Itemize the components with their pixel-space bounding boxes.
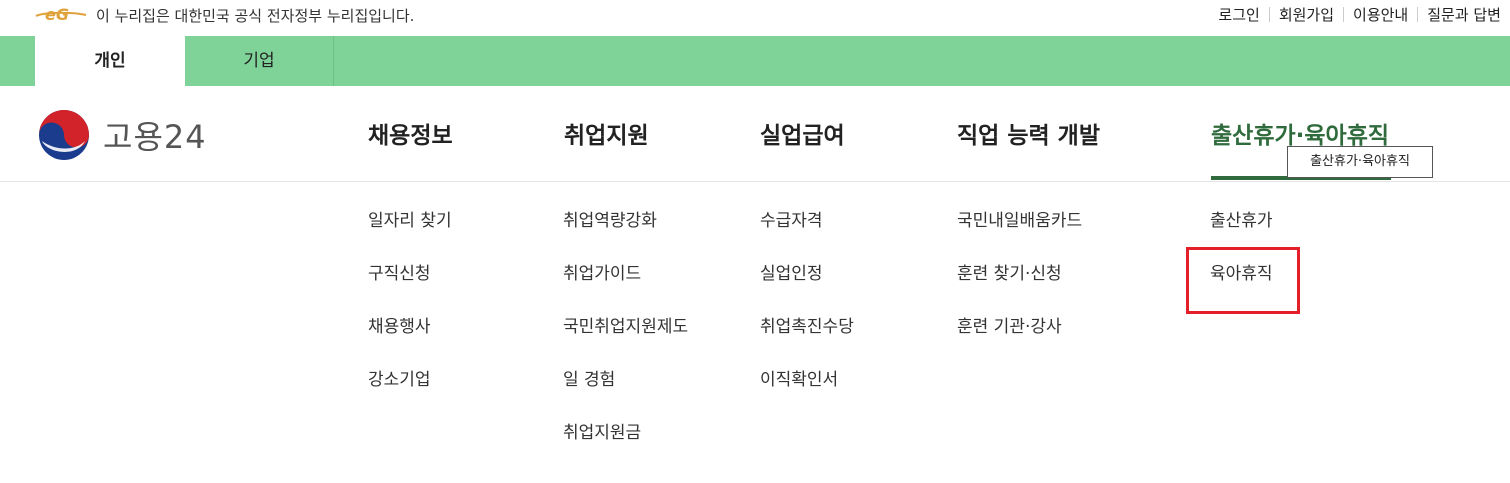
submenu-item[interactable]: 취업역량강화: [563, 206, 688, 259]
menu-tooltip: 출산휴가·육아휴직: [1287, 146, 1433, 178]
submenu-item[interactable]: 일자리 찾기: [368, 206, 452, 259]
submenu-employment-support: 취업역량강화 취업가이드 국민취업지원제도 일 경험 취업지원금: [563, 206, 688, 471]
gnb-employment-support[interactable]: 취업지원: [564, 116, 649, 150]
taegeuk-emblem-icon: [39, 110, 89, 160]
submenu-item[interactable]: 일 경험: [563, 365, 688, 418]
submenu-unemployment-benefit: 수급자격 실업인정 취업촉진수당 이직확인서: [760, 206, 854, 418]
login-link[interactable]: 로그인: [1209, 4, 1268, 25]
site-name: 고용24: [103, 118, 207, 156]
submenu-item[interactable]: 구직신청: [368, 259, 452, 312]
tab-personal[interactable]: 개인: [35, 36, 185, 86]
egovernment-logo-icon: eG: [35, 5, 87, 24]
main-header: 고용24 채용정보 취업지원 실업급여 직업 능력 개발 출산휴가·육아휴직: [0, 86, 1510, 182]
site-logo[interactable]: 고용24: [37, 108, 257, 164]
tab-business[interactable]: 기업: [185, 36, 334, 86]
submenu-item[interactable]: 채용행사: [368, 312, 452, 365]
submenu-item[interactable]: 훈련 찾기·신청: [957, 259, 1082, 312]
gnb-vocational-training[interactable]: 직업 능력 개발: [957, 116, 1100, 150]
top-utility-bar: eG 이 누리집은 대한민국 공식 전자정부 누리집입니다. 로그인 회원가입 …: [0, 0, 1510, 36]
submenu-item[interactable]: 국민내일배움카드: [957, 206, 1082, 259]
gnb-unemployment-benefit[interactable]: 실업급여: [760, 116, 845, 150]
utility-links: 로그인 회원가입 이용안내 질문과 답변: [1209, 4, 1510, 25]
highlight-box: [1186, 247, 1300, 314]
submenu-item[interactable]: 국민취업지원제도: [563, 312, 688, 365]
government-notice: 이 누리집은 대한민국 공식 전자정부 누리집입니다.: [96, 7, 415, 25]
svg-text:eG: eG: [45, 5, 69, 24]
submenu-item[interactable]: 훈련 기관·강사: [957, 312, 1082, 365]
submenu-vocational-training: 국민내일배움카드 훈련 찾기·신청 훈련 기관·강사: [957, 206, 1082, 365]
gnb-maternity-parental-leave[interactable]: 출산휴가·육아휴직: [1211, 116, 1389, 150]
submenu-item[interactable]: 수급자격: [760, 206, 854, 259]
submenu-item[interactable]: 실업인정: [760, 259, 854, 312]
submenu-item[interactable]: 취업지원금: [563, 418, 688, 471]
signup-link[interactable]: 회원가입: [1270, 4, 1343, 25]
submenu-job-info: 일자리 찾기 구직신청 채용행사 강소기업: [368, 206, 452, 418]
submenu-item[interactable]: 취업촉진수당: [760, 312, 854, 365]
submenu-item[interactable]: 이직확인서: [760, 365, 854, 418]
submenu-item[interactable]: 강소기업: [368, 365, 452, 418]
usage-guide-link[interactable]: 이용안내: [1344, 4, 1417, 25]
gnb-job-info[interactable]: 채용정보: [368, 116, 453, 150]
qna-link[interactable]: 질문과 답변: [1418, 4, 1510, 25]
submenu-item[interactable]: 취업가이드: [563, 259, 688, 312]
